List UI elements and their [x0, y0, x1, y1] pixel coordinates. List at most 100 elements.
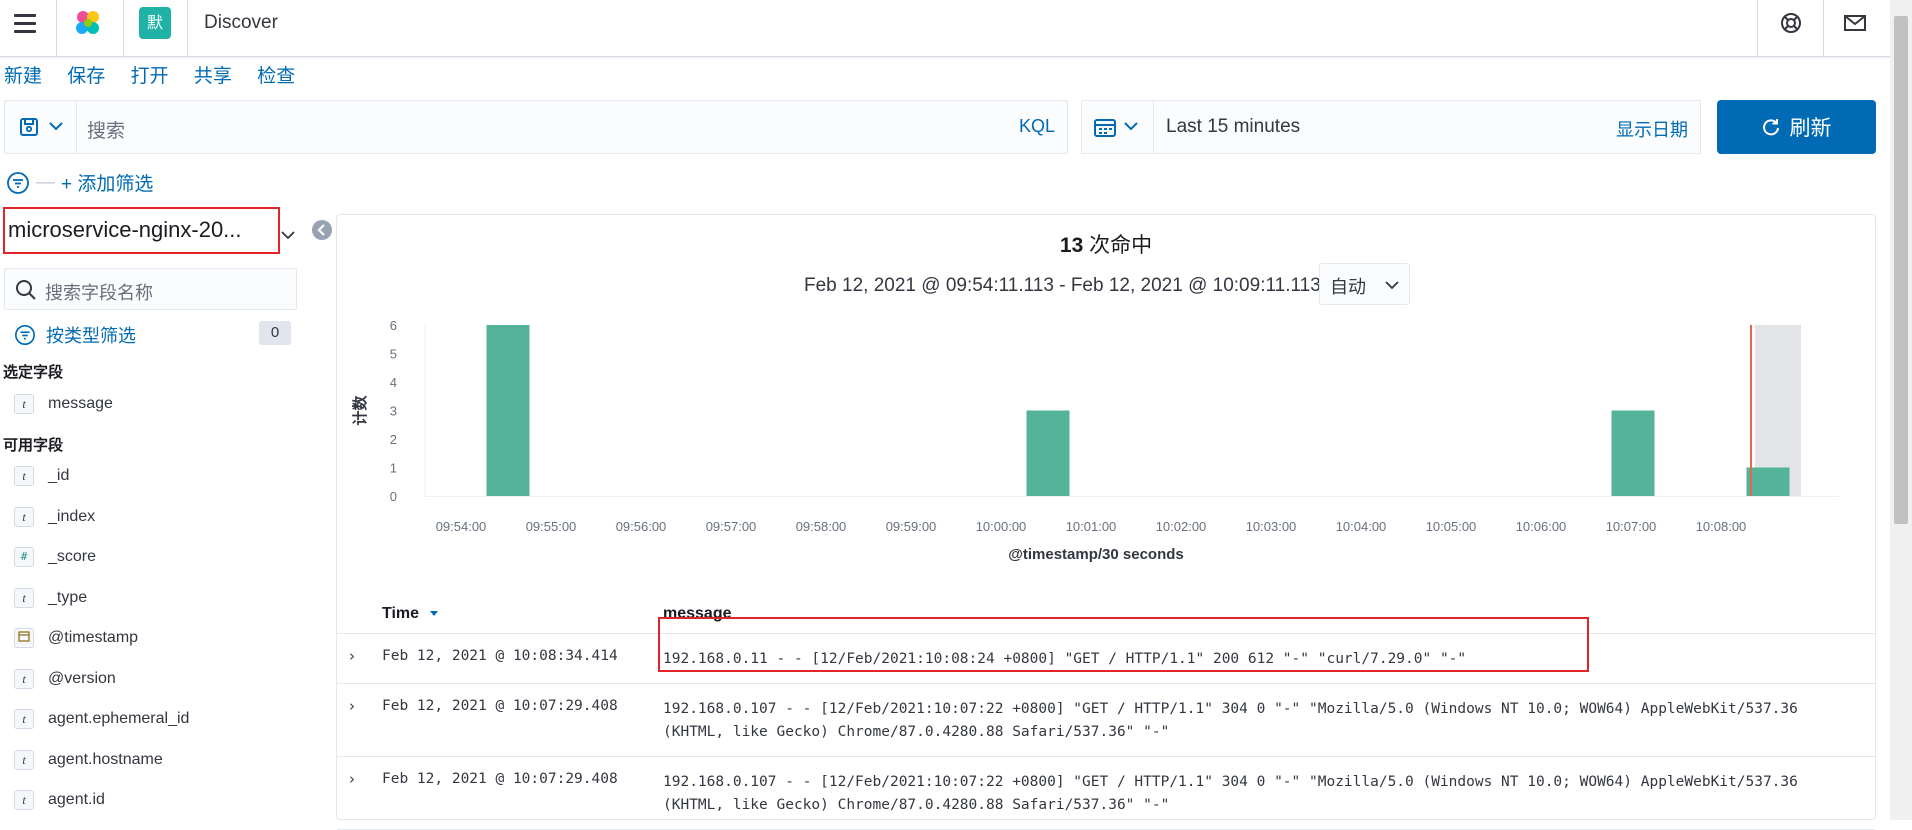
field-item[interactable]: t agent.hostname [14, 747, 163, 773]
x-tick-label: 10:08:00 [1696, 519, 1747, 534]
filter-bar: — + 添加筛选 [6, 169, 153, 196]
y-tick-label: 6 [390, 318, 397, 333]
date-type-icon [14, 628, 34, 648]
histogram-bar [486, 325, 530, 496]
calendar-icon [1094, 119, 1116, 137]
index-pattern-selector[interactable]: microservice-nginx-20... [3, 207, 280, 254]
field-item[interactable]: t _id [14, 463, 69, 489]
collapse-sidebar-button[interactable] [312, 220, 332, 240]
field-item[interactable]: @timestamp [14, 625, 138, 651]
save-icon [20, 118, 38, 136]
y-tick-label: 2 [390, 432, 397, 447]
filter-by-type-label: 按类型筛选 [46, 326, 136, 346]
selected-fields-title: 选定字段 [3, 364, 64, 381]
column-header-time-label: Time [382, 605, 420, 622]
elastic-logo-icon[interactable] [73, 8, 103, 38]
query-language-button[interactable]: KQL [1019, 116, 1055, 137]
saved-query-button[interactable] [5, 101, 77, 153]
field-item[interactable]: t _index [14, 504, 95, 530]
menu-new[interactable]: 新建 [4, 66, 42, 87]
hits-counter: 13 次命中 [337, 229, 1875, 259]
search-input[interactable]: 搜索 [87, 116, 125, 143]
y-tick-label: 0 [390, 489, 397, 504]
x-tick-label: 09:57:00 [706, 519, 757, 534]
chevron-left-icon [317, 224, 325, 236]
x-tick-label: 09:55:00 [526, 519, 577, 534]
string-type-icon: t [14, 668, 34, 689]
time-range-display[interactable]: Last 15 minutes [1166, 116, 1300, 138]
help-icon[interactable] [1778, 10, 1804, 36]
type-filter-count-badge: 0 [259, 321, 291, 345]
menu-icon[interactable] [14, 14, 36, 33]
string-type-icon: t [14, 394, 34, 414]
row-time: Feb 12, 2021 @ 10:07:29.408 [382, 698, 618, 714]
x-tick-label: 10:03:00 [1246, 519, 1297, 534]
filter-icon[interactable] [6, 171, 30, 195]
scrollbar-thumb[interactable] [1894, 16, 1908, 524]
x-tick-label: 09:56:00 [616, 519, 667, 534]
refresh-button[interactable]: 刷新 [1717, 100, 1876, 154]
row-message: 192.168.0.107 - - [12/Feb/2021:10:07:22 … [663, 774, 1807, 813]
chevron-down-icon [49, 122, 63, 131]
table-row[interactable]: › Feb 12, 2021 @ 10:07:29.408 192.168.0.… [337, 758, 1875, 830]
field-item[interactable]: # _score [14, 544, 96, 570]
chevron-down-icon [1124, 122, 1138, 131]
interval-select[interactable]: 自动 [1319, 263, 1410, 305]
field-search-placeholder: 搜索字段名称 [45, 283, 153, 303]
menu-open[interactable]: 打开 [131, 66, 169, 87]
show-dates-button[interactable]: 显示日期 [1616, 116, 1688, 142]
hits-count: 13 [1059, 234, 1084, 257]
column-header-time[interactable]: Time [382, 605, 440, 623]
top-menu: 新建 保存 打开 共享 检查 [4, 61, 315, 88]
field-item[interactable]: t agent.ephemeral_id [14, 706, 189, 732]
x-tick-label: 10:07:00 [1606, 519, 1657, 534]
field-search-input[interactable]: 搜索字段名称 [4, 268, 297, 310]
divider [1757, 0, 1758, 56]
expand-row-icon[interactable]: › [349, 770, 355, 788]
menu-save[interactable]: 保存 [67, 66, 105, 87]
field-name: agent.ephemeral_id [48, 710, 190, 727]
histogram-bar [1746, 467, 1790, 496]
expand-row-icon[interactable]: › [349, 647, 355, 665]
string-type-icon: t [14, 749, 34, 770]
histogram-bar [1611, 410, 1655, 496]
field-item[interactable]: t agent.id [14, 787, 105, 813]
field-name: _id [48, 467, 70, 484]
page-scrollbar[interactable] [1890, 0, 1912, 820]
sort-down-icon [429, 611, 438, 616]
filter-by-type-button[interactable]: 按类型筛选 [14, 322, 136, 348]
string-type-icon: t [14, 466, 34, 486]
field-name: agent.id [48, 791, 105, 808]
refresh-icon [1762, 119, 1779, 136]
expand-row-icon[interactable]: › [349, 697, 355, 715]
number-type-icon: # [14, 547, 34, 567]
top-nav-bar: 默 Discover [0, 0, 1890, 57]
chevron-down-icon[interactable] [281, 230, 295, 240]
space-avatar[interactable]: 默 [139, 7, 171, 39]
table-row[interactable]: › Feb 12, 2021 @ 10:07:29.408 192.168.0.… [337, 685, 1875, 757]
divider [1823, 0, 1824, 56]
x-tick-label: 10:04:00 [1336, 519, 1387, 534]
string-type-icon: t [14, 506, 34, 527]
field-item[interactable]: t @version [14, 666, 116, 692]
refresh-label: 刷新 [1789, 117, 1832, 140]
available-fields-title: 可用字段 [3, 437, 64, 454]
quick-menu-button[interactable] [1082, 101, 1154, 153]
field-name: agent.hostname [48, 750, 163, 768]
field-item-message[interactable]: t message [14, 391, 113, 417]
search-icon [16, 280, 36, 300]
histogram-chart: 0 1 2 3 4 5 6 计数 09:54:00 09:55:00 09:56:00 09:57:0… [351, 318, 1839, 563]
mail-icon[interactable] [1842, 10, 1868, 36]
field-name: _type [48, 588, 88, 606]
interval-value: 自动 [1330, 277, 1366, 297]
menu-share[interactable]: 共享 [194, 66, 232, 87]
field-name: _score [48, 548, 97, 565]
x-tick-label: 09:54:00 [436, 519, 487, 534]
add-filter-button[interactable]: + 添加筛选 [61, 169, 153, 196]
x-tick-label: 10:00:00 [976, 519, 1027, 534]
chevron-down-icon [1385, 281, 1399, 290]
highlight-annotation [658, 617, 1589, 672]
field-item[interactable]: t _type [14, 585, 87, 611]
menu-inspect[interactable]: 检查 [257, 66, 295, 87]
query-bar: 搜索 KQL [4, 100, 1068, 154]
